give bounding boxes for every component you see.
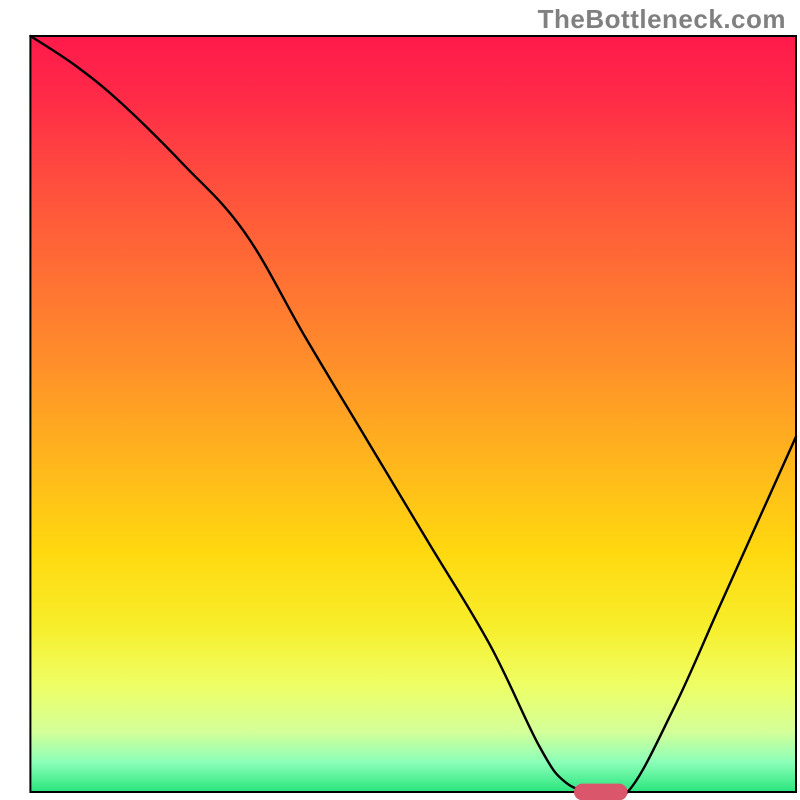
watermark-text: TheBottleneck.com (538, 4, 786, 35)
chart-svg (0, 0, 800, 800)
bottleneck-chart: TheBottleneck.com (0, 0, 800, 800)
optimal-marker (574, 784, 628, 800)
gradient-background (30, 36, 796, 792)
